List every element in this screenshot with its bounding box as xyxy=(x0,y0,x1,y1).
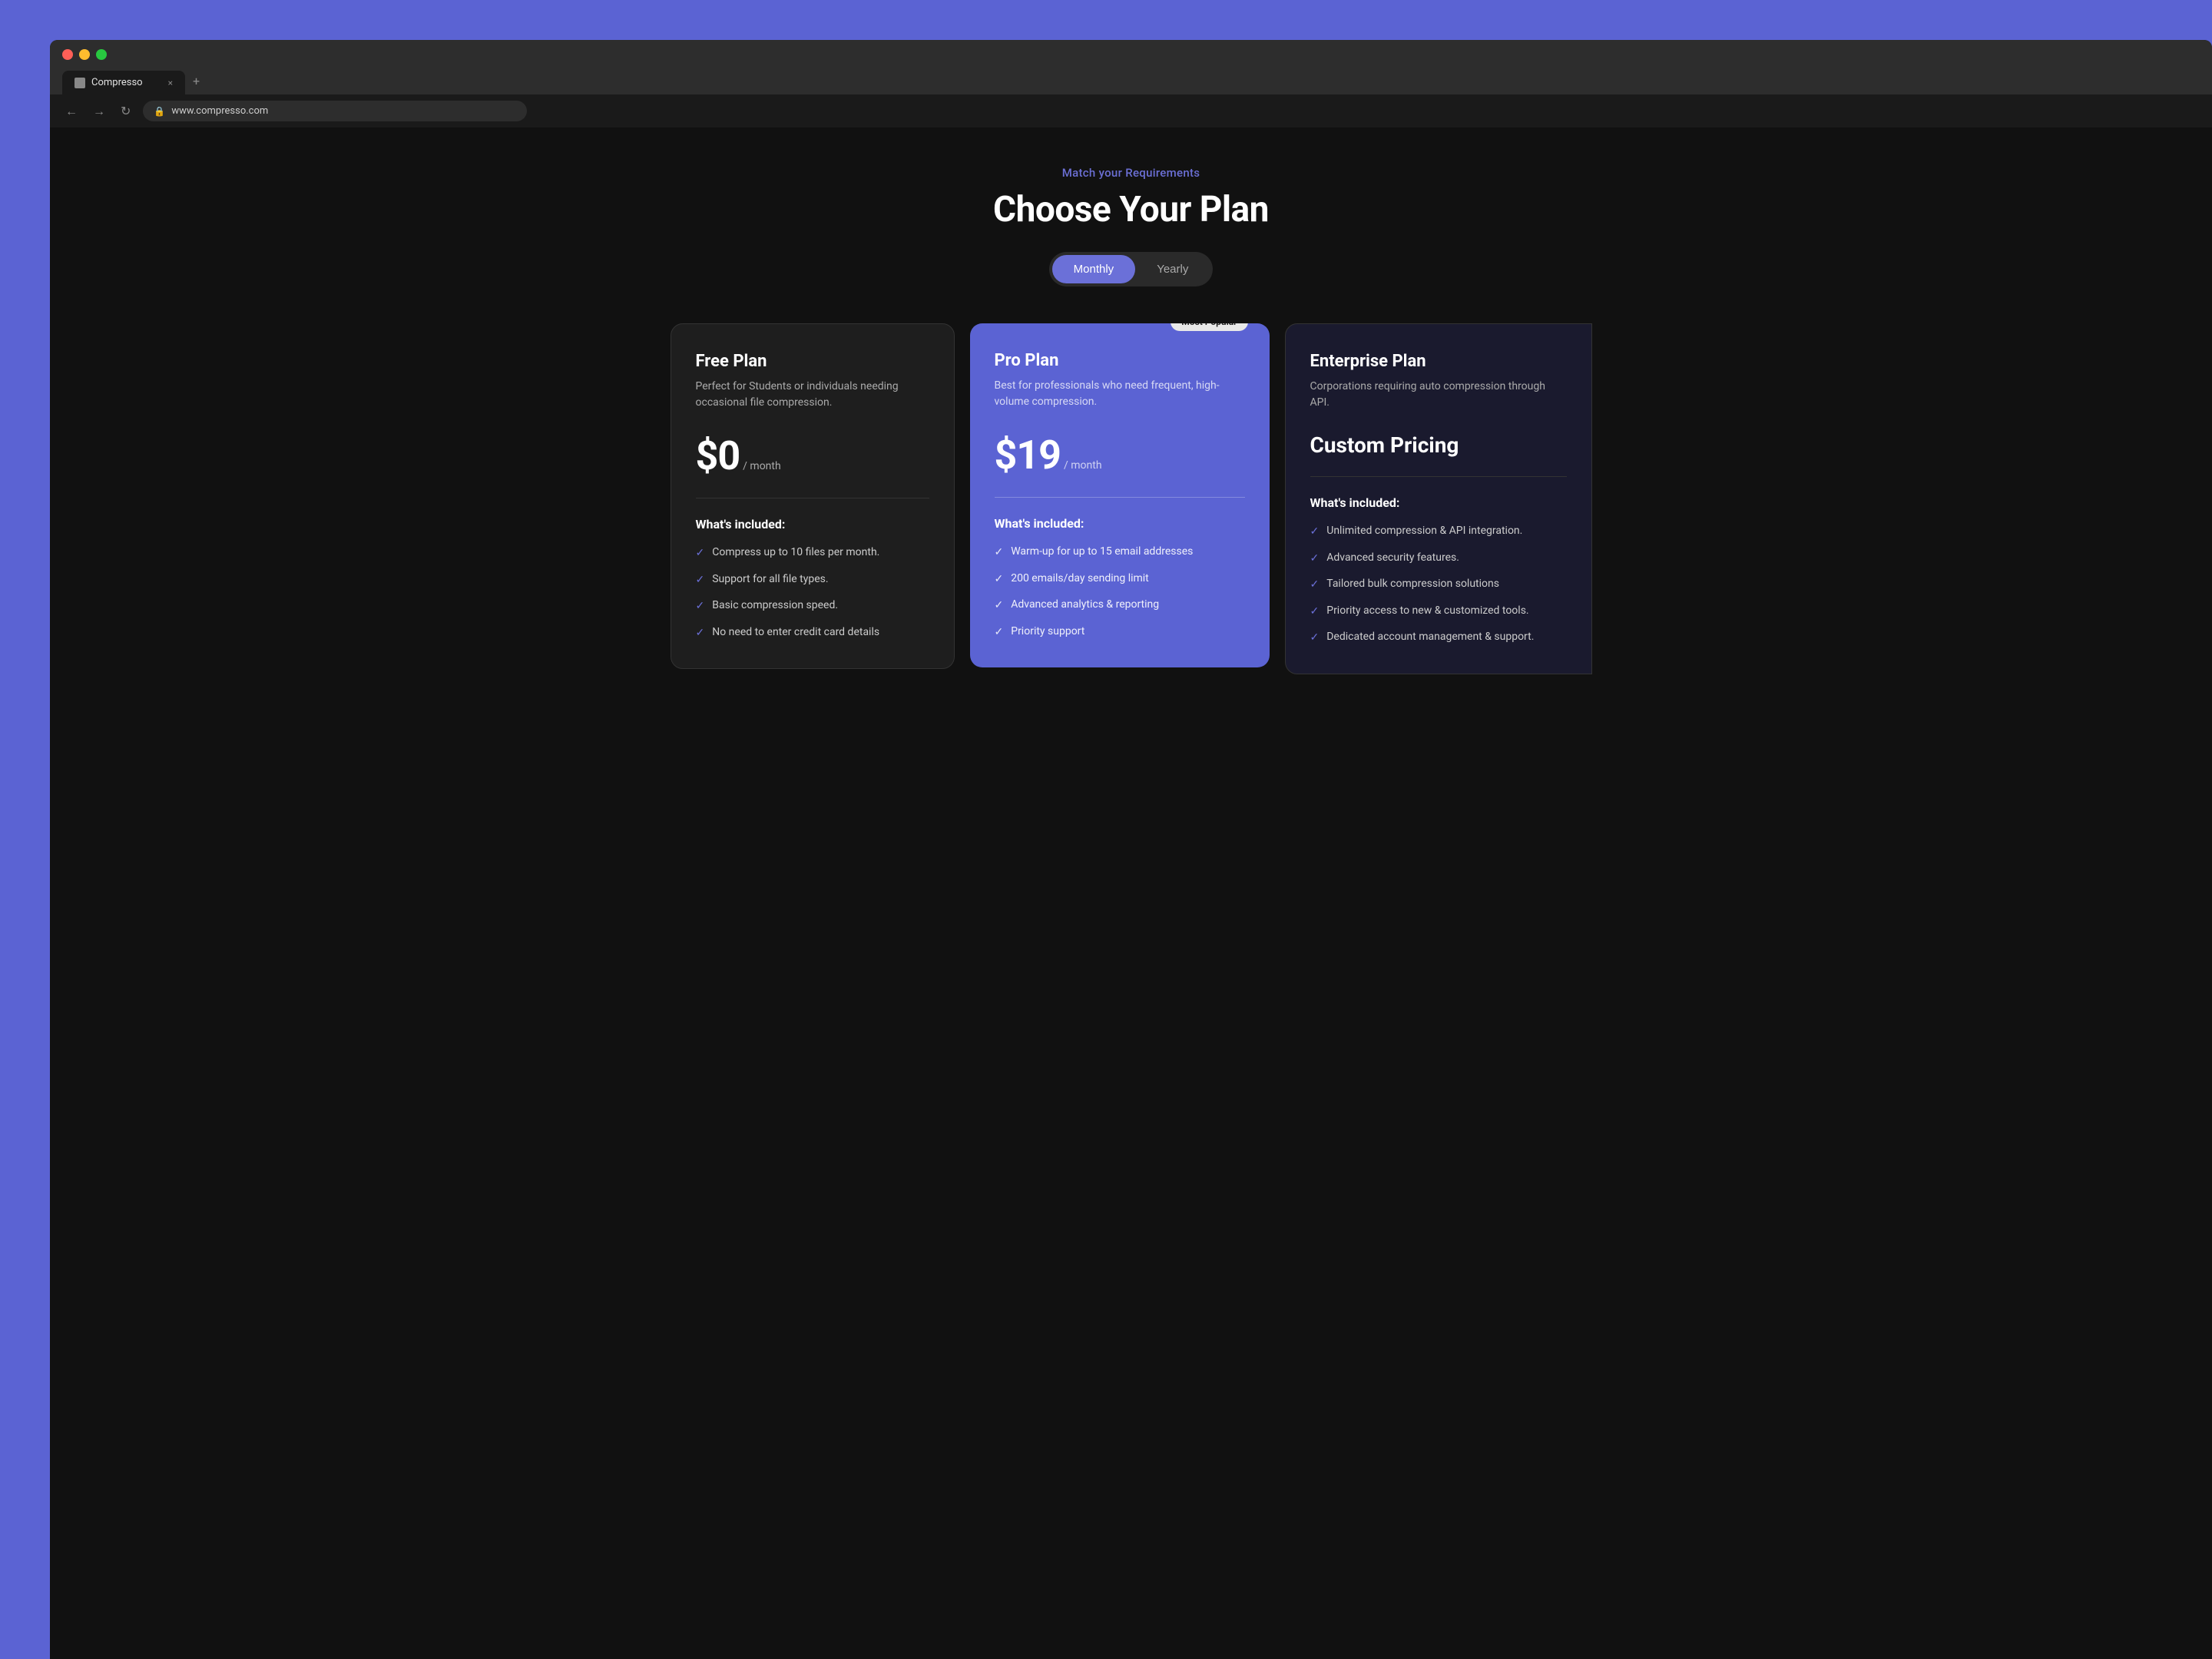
list-item: ✓ Advanced security features. xyxy=(1310,551,1567,567)
pro-plan-price: $19 / month xyxy=(995,432,1245,478)
check-icon: ✓ xyxy=(995,545,1004,561)
pro-plan-card: Most Popular Pro Plan Best for professio… xyxy=(970,323,1270,667)
pro-price-period: / month xyxy=(1064,459,1102,472)
browser-window: Compresso × + ← → ↻ 🔒 www.compresso.com … xyxy=(50,40,2212,1659)
feature-text: Unlimited compression & API integration. xyxy=(1326,524,1522,539)
list-item: ✓ Support for all file types. xyxy=(696,572,929,588)
traffic-lights xyxy=(62,49,2200,60)
list-item: ✓ Basic compression speed. xyxy=(696,598,929,614)
tab-bar: Compresso × + xyxy=(62,68,2200,94)
yearly-toggle[interactable]: Yearly xyxy=(1135,255,1210,283)
monthly-toggle[interactable]: Monthly xyxy=(1052,255,1136,283)
check-icon: ✓ xyxy=(696,626,705,641)
check-icon: ✓ xyxy=(1310,604,1320,620)
check-icon: ✓ xyxy=(1310,578,1320,593)
check-icon: ✓ xyxy=(995,598,1004,614)
back-button[interactable]: ← xyxy=(62,102,81,121)
browser-chrome: Compresso × + xyxy=(50,40,2212,94)
list-item: ✓ Compress up to 10 files per month. xyxy=(696,545,929,561)
enterprise-price: Custom Pricing xyxy=(1310,432,1567,458)
feature-text: Basic compression speed. xyxy=(712,598,838,614)
forward-button[interactable]: → xyxy=(90,102,108,121)
feature-text: Advanced analytics & reporting xyxy=(1011,598,1159,613)
close-button[interactable] xyxy=(62,49,73,60)
free-plan-name: Free Plan xyxy=(696,352,929,371)
pro-plan-name: Pro Plan xyxy=(995,351,1245,370)
free-price-period: / month xyxy=(743,460,781,472)
feature-text: Priority access to new & customized tool… xyxy=(1326,604,1528,619)
pro-plan-divider xyxy=(995,497,1245,498)
pro-plan-description: Best for professionals who need frequent… xyxy=(995,378,1245,410)
list-item: ✓ Warm-up for up to 15 email addresses xyxy=(995,545,1245,561)
check-icon: ✓ xyxy=(696,599,705,614)
list-item: ✓ Priority access to new & customized to… xyxy=(1310,604,1567,620)
feature-text: 200 emails/day sending limit xyxy=(1011,571,1149,587)
feature-text: Warm-up for up to 15 email addresses xyxy=(1011,545,1193,560)
list-item: ✓ Tailored bulk compression solutions xyxy=(1310,577,1567,593)
feature-text: Support for all file types. xyxy=(712,572,828,588)
most-popular-badge: Most Popular xyxy=(1171,323,1247,331)
free-included-title: What's included: xyxy=(696,517,929,531)
page-content: Match your Requirements Choose Your Plan… xyxy=(50,127,2212,1659)
enterprise-plan-description: Corporations requiring auto compression … xyxy=(1310,379,1567,411)
pro-price-amount: $19 xyxy=(995,432,1061,478)
plans-container: Free Plan Perfect for Students or indivi… xyxy=(671,323,1592,674)
pro-features-list: ✓ Warm-up for up to 15 email addresses ✓… xyxy=(995,545,1245,640)
maximize-button[interactable] xyxy=(96,49,107,60)
list-item: ✓ Dedicated account management & support… xyxy=(1310,630,1567,646)
billing-toggle: Monthly Yearly xyxy=(1049,252,1214,286)
check-icon: ✓ xyxy=(696,573,705,588)
pro-included-title: What's included: xyxy=(995,516,1245,531)
enterprise-plan-card: Enterprise Plan Corporations requiring a… xyxy=(1285,323,1592,674)
list-item: ✓ Advanced analytics & reporting xyxy=(995,598,1245,614)
list-item: ✓ No need to enter credit card details xyxy=(696,625,929,641)
check-icon: ✓ xyxy=(1310,525,1320,540)
list-item: ✓ Priority support xyxy=(995,624,1245,641)
enterprise-plan-name: Enterprise Plan xyxy=(1310,352,1567,371)
feature-text: Priority support xyxy=(1011,624,1084,640)
page-title: Choose Your Plan xyxy=(993,189,1269,230)
address-bar[interactable]: 🔒 www.compresso.com xyxy=(143,101,527,121)
free-plan-price: $0 / month xyxy=(696,432,929,479)
check-icon: ✓ xyxy=(1310,631,1320,646)
list-item: ✓ Unlimited compression & API integratio… xyxy=(1310,524,1567,540)
new-tab-button[interactable]: + xyxy=(185,68,207,94)
enterprise-features-list: ✓ Unlimited compression & API integratio… xyxy=(1310,524,1567,646)
check-icon: ✓ xyxy=(696,546,705,561)
check-icon: ✓ xyxy=(1310,551,1320,567)
enterprise-plan-divider xyxy=(1310,476,1567,477)
feature-text: Dedicated account management & support. xyxy=(1326,630,1534,645)
minimize-button[interactable] xyxy=(79,49,90,60)
browser-tab[interactable]: Compresso × xyxy=(62,71,185,94)
refresh-button[interactable]: ↻ xyxy=(118,102,134,120)
address-bar-row: ← → ↻ 🔒 www.compresso.com xyxy=(50,94,2212,127)
free-price-amount: $0 xyxy=(696,432,740,479)
url-display: www.compresso.com xyxy=(171,105,268,117)
list-item: ✓ 200 emails/day sending limit xyxy=(995,571,1245,588)
free-features-list: ✓ Compress up to 10 files per month. ✓ S… xyxy=(696,545,929,641)
check-icon: ✓ xyxy=(995,625,1004,641)
free-plan-card: Free Plan Perfect for Students or indivi… xyxy=(671,323,955,669)
tab-title: Compresso xyxy=(91,77,143,88)
feature-text: Tailored bulk compression solutions xyxy=(1326,577,1499,592)
page-subtitle: Match your Requirements xyxy=(1062,166,1200,180)
check-icon: ✓ xyxy=(995,572,1004,588)
enterprise-included-title: What's included: xyxy=(1310,495,1567,510)
feature-text: Compress up to 10 files per month. xyxy=(712,545,879,561)
feature-text: Advanced security features. xyxy=(1326,551,1459,566)
free-plan-description: Perfect for Students or individuals need… xyxy=(696,379,929,411)
lock-icon: 🔒 xyxy=(154,106,165,117)
feature-text: No need to enter credit card details xyxy=(712,625,879,641)
tab-favicon xyxy=(75,78,85,88)
tab-close-icon[interactable]: × xyxy=(168,78,173,88)
